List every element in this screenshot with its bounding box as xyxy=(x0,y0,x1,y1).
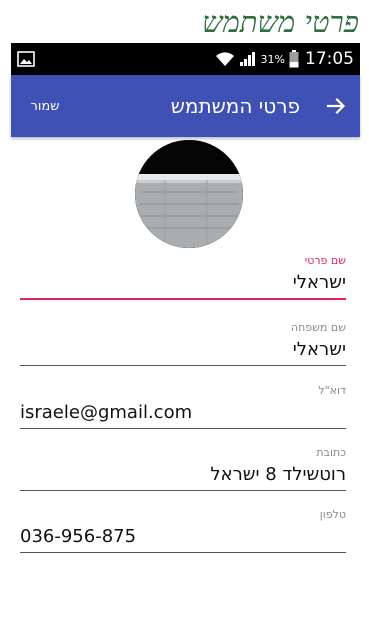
email-field[interactable]: דוא"ל israele@gmail.com xyxy=(20,384,346,434)
app-bar: שמור פרטי המשתמש xyxy=(11,75,360,137)
last-name-label: שם משפחה xyxy=(290,321,346,334)
address-underline xyxy=(20,490,346,491)
email-label: דוא"ל xyxy=(318,384,346,397)
image-icon xyxy=(17,51,35,67)
wifi-icon xyxy=(215,52,234,66)
status-right: 31% 17:05 xyxy=(215,43,354,75)
phone-input[interactable]: 036-956-875 xyxy=(20,524,346,550)
email-input[interactable]: israele@gmail.com xyxy=(20,400,346,426)
arrow-right-icon xyxy=(326,97,346,115)
page-title: פרטי המשתמש xyxy=(170,94,300,118)
first-name-input[interactable]: ישראלי xyxy=(20,270,346,296)
caption-title: פרטי משתמש xyxy=(202,5,359,39)
email-underline xyxy=(20,428,346,429)
status-bar: 31% 17:05 xyxy=(11,43,360,75)
address-input[interactable]: רוטשילד 8 ישראל xyxy=(20,462,346,488)
last-name-underline xyxy=(20,365,346,366)
phone-label: טלפון xyxy=(319,508,346,521)
clock-time: 17:05 xyxy=(305,49,354,69)
save-button[interactable]: שמור xyxy=(17,89,73,123)
address-label: כתובת xyxy=(316,446,346,459)
avatar[interactable] xyxy=(135,140,243,248)
first-name-label: שם פרטי xyxy=(304,254,346,267)
last-name-input[interactable]: ישראלי xyxy=(20,337,346,363)
screen-caption: פרטי משתמש xyxy=(0,0,369,43)
phone-field[interactable]: טלפון 036-956-875 xyxy=(20,508,346,558)
signal-icon xyxy=(239,52,255,66)
first-name-field[interactable]: שם פרטי ישראלי xyxy=(20,254,346,312)
battery-icon xyxy=(289,50,299,68)
last-name-field[interactable]: שם משפחה ישראלי xyxy=(20,321,346,371)
app-screen: פרטי משתמש 31% 17:05 שמור פרטי המשתמש שם… xyxy=(0,0,369,621)
profile-photo xyxy=(135,140,243,248)
battery-percent: 31% xyxy=(260,52,285,66)
back-button[interactable] xyxy=(318,88,354,124)
first-name-underline xyxy=(20,298,346,300)
phone-underline xyxy=(20,552,346,553)
address-field[interactable]: כתובת רוטשילד 8 ישראל xyxy=(20,446,346,496)
